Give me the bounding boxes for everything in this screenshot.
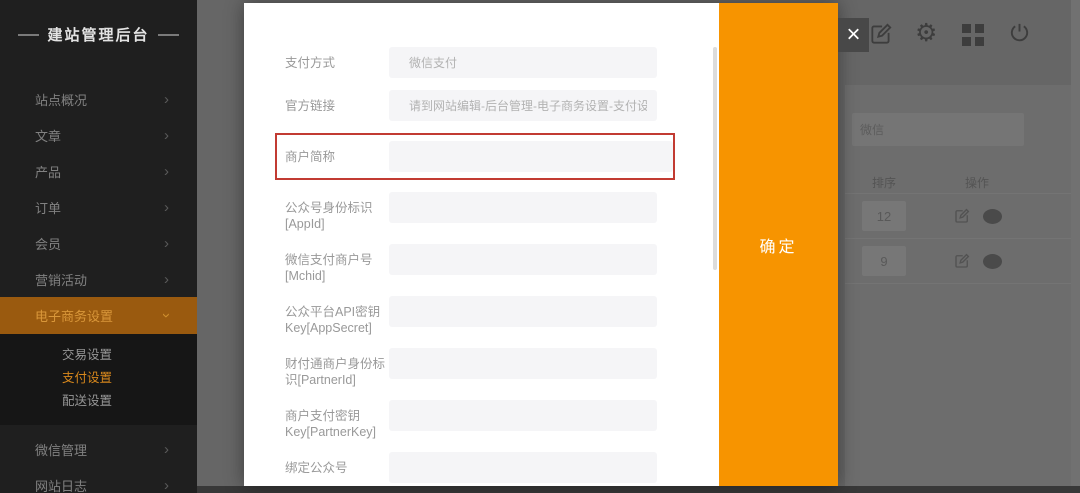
sidebar-item[interactable]: 营销活动 › [0, 261, 197, 297]
edit-icon[interactable] [953, 207, 971, 225]
confirm-button[interactable]: 确定 [719, 3, 838, 486]
sidebar-subitem-label: 支付设置 [62, 371, 112, 385]
sidebar-item-label: 站点概况 [35, 90, 87, 109]
column-header-actions: 操作 [965, 174, 989, 191]
sidebar-item[interactable]: 订单 › [0, 189, 197, 225]
field-input[interactable] [389, 452, 657, 483]
sidebar-subitem-label: 配送设置 [62, 394, 112, 408]
sidebar-item-ecommerce-settings[interactable]: 电子商务设置 › [0, 297, 197, 334]
chevron-right-icon: › [164, 478, 169, 493]
field-input[interactable] [389, 244, 657, 275]
sort-input[interactable] [862, 246, 906, 276]
sidebar-item-label: 文章 [35, 126, 61, 145]
form-row: 商户支付密钥 Key[PartnerKey] [244, 400, 719, 440]
sidebar-menu-bottom: 微信管理 › 网站日志 › [0, 431, 197, 493]
app-title: 建站管理后台 [47, 24, 149, 45]
background-table-panel: 排序 操作 [845, 85, 1071, 486]
modal-form-area: 支付方式 官方链接 商户简称 [244, 3, 719, 486]
form-row: 微信支付商户号 [Mchid] [244, 244, 719, 284]
table-body [845, 194, 1071, 284]
sidebar-item-label: 电子商务设置 [35, 306, 113, 325]
bottom-band [197, 486, 1080, 493]
chevron-right-icon: › [164, 128, 169, 143]
field-input[interactable] [389, 348, 657, 379]
sidebar-item[interactable]: 会员 › [0, 225, 197, 261]
edit-icon[interactable] [953, 252, 971, 270]
form-row: 公众号身份标识 [AppId] [244, 192, 719, 232]
sidebar: 建站管理后台 站点概况 › 文章 › 产品 › [0, 0, 197, 493]
sidebar-item[interactable]: 文章 › [0, 117, 197, 153]
chevron-right-icon: › [164, 200, 169, 215]
sidebar-item[interactable]: 微信管理 › [0, 431, 197, 467]
gear-icon[interactable]: ⚙ [915, 18, 937, 47]
power-icon[interactable] [1008, 21, 1031, 49]
form-row: 财付通商户身份标 识[PartnerId] [244, 348, 719, 388]
chevron-right-icon: › [164, 164, 169, 179]
form-row: 绑定公众号 [244, 452, 719, 483]
field-label: 公众平台API密钥 Key[AppSecret] [285, 296, 389, 336]
field-label: 微信支付商户号 [Mchid] [285, 244, 389, 284]
field-input[interactable] [389, 400, 657, 431]
field-label: 支付方式 [285, 47, 389, 78]
app-root: 建站管理后台 站点概况 › 文章 › 产品 › [0, 0, 1080, 493]
field-input[interactable] [389, 192, 657, 223]
form-row: 商户简称 [275, 133, 675, 180]
chevron-down-icon: › [159, 313, 174, 318]
sidebar-item-label: 会员 [35, 234, 61, 253]
sidebar-submenu: 交易设置 支付设置 配送设置 [0, 334, 197, 425]
field-label: 商户简称 [285, 141, 389, 172]
sidebar-menu-top: 站点概况 › 文章 › 产品 › 订单 › [0, 81, 197, 297]
close-button[interactable]: × [838, 18, 869, 52]
toggle-icon[interactable] [983, 254, 1002, 269]
grid-icon[interactable] [962, 24, 984, 46]
sidebar-title: 建站管理后台 [0, 21, 197, 48]
modal-scrollbar[interactable] [713, 47, 717, 270]
chevron-right-icon: › [164, 92, 169, 107]
field-label: 财付通商户身份标 识[PartnerId] [285, 348, 389, 388]
field-label: 商户支付密钥 Key[PartnerKey] [285, 400, 389, 440]
sidebar-item-label: 产品 [35, 162, 61, 181]
edit-icon[interactable] [868, 21, 894, 52]
form-row: 支付方式 [244, 47, 719, 78]
form-row: 官方链接 [244, 90, 719, 121]
table-header-row: 排序 操作 [845, 172, 1071, 194]
field-input[interactable] [389, 47, 657, 78]
sidebar-subitem[interactable]: 配送设置 [0, 390, 197, 413]
chevron-right-icon: › [164, 442, 169, 457]
sidebar-item-label: 网站日志 [35, 476, 87, 493]
chevron-right-icon: › [164, 236, 169, 251]
field-input[interactable] [389, 141, 673, 172]
sidebar-subitem-label: 交易设置 [62, 348, 112, 362]
title-dash [18, 34, 39, 36]
column-header-sort: 排序 [872, 174, 896, 191]
sidebar-item[interactable]: 产品 › [0, 153, 197, 189]
sidebar-subitem[interactable]: 支付设置 [0, 367, 197, 390]
table-row [845, 194, 1071, 239]
field-label: 公众号身份标识 [AppId] [285, 192, 389, 232]
filter-input[interactable] [852, 113, 1024, 146]
field-input[interactable] [389, 296, 657, 327]
field-label: 官方链接 [285, 90, 389, 121]
sidebar-item-label: 微信管理 [35, 440, 87, 459]
sidebar-item-label: 营销活动 [35, 270, 87, 289]
sort-input[interactable] [862, 201, 906, 231]
field-input[interactable] [389, 90, 657, 121]
sidebar-item[interactable]: 站点概况 › [0, 81, 197, 117]
sidebar-subitem[interactable]: 交易设置 [0, 344, 197, 367]
chevron-right-icon: › [164, 272, 169, 287]
field-label: 绑定公众号 [285, 452, 389, 483]
payment-settings-modal: 支付方式 官方链接 商户简称 [244, 3, 838, 486]
toggle-icon[interactable] [983, 209, 1002, 224]
form-row: 公众平台API密钥 Key[AppSecret] [244, 296, 719, 336]
page-scrollbar[interactable] [1071, 0, 1080, 486]
table-row [845, 239, 1071, 284]
sidebar-item[interactable]: 网站日志 › [0, 467, 197, 493]
title-dash [158, 34, 179, 36]
sidebar-item-label: 订单 [35, 198, 61, 217]
